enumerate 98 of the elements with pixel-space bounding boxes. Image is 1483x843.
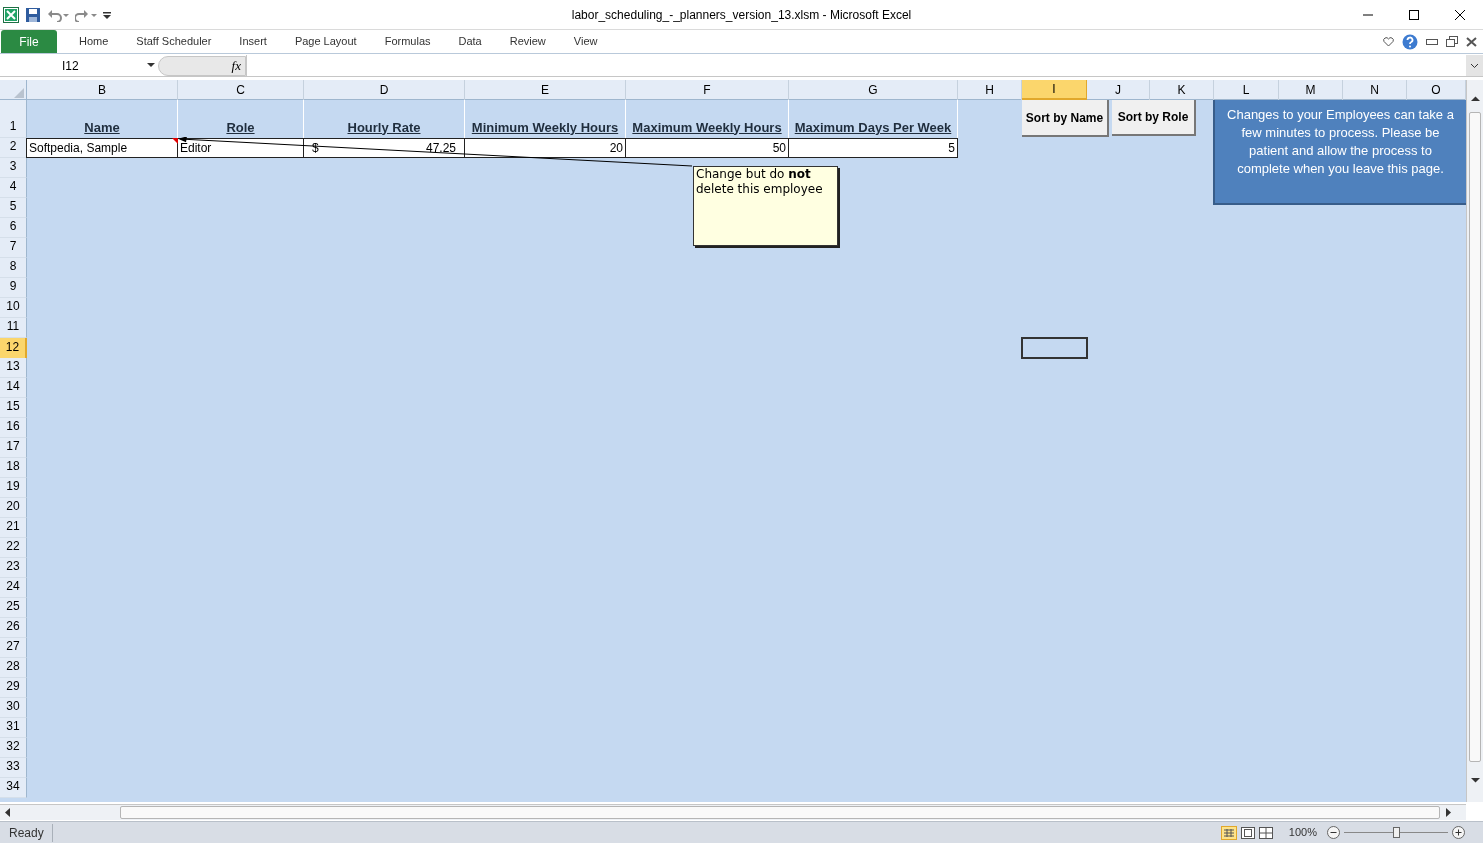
row-header[interactable]: 13 bbox=[0, 358, 27, 378]
zoom-slider[interactable] bbox=[1344, 826, 1448, 839]
table-cell[interactable]: Editor bbox=[177, 138, 304, 158]
page-break-view-icon[interactable] bbox=[1258, 826, 1273, 839]
minimize-workbook-icon[interactable] bbox=[1426, 38, 1438, 45]
heart-icon[interactable] bbox=[1383, 36, 1394, 47]
close-icon bbox=[1454, 8, 1466, 21]
column-title: Hourly Rate bbox=[347, 118, 421, 137]
zoom-in-icon[interactable] bbox=[1452, 826, 1465, 839]
column-header[interactable]: C bbox=[178, 80, 304, 100]
dropdown-caret-icon bbox=[147, 63, 155, 68]
row-header[interactable]: 25 bbox=[0, 598, 27, 618]
table-cell[interactable]: 20 bbox=[464, 138, 626, 158]
row-header[interactable]: 30 bbox=[0, 698, 27, 718]
sort-button[interactable]: Sort by Name bbox=[1022, 100, 1109, 137]
zoom-slider-thumb[interactable] bbox=[1392, 827, 1400, 838]
status-text: Ready bbox=[0, 823, 53, 842]
row-header[interactable]: 29 bbox=[0, 678, 27, 698]
zoom-level[interactable]: 100% bbox=[1288, 824, 1317, 841]
row-header[interactable]: 12 bbox=[0, 338, 27, 358]
save-icon[interactable] bbox=[25, 6, 41, 23]
table-cell[interactable]: 50 bbox=[625, 138, 789, 158]
ribbon-tab[interactable]: Staff Scheduler bbox=[122, 30, 226, 53]
column-title: Maximum Weekly Hours bbox=[632, 118, 782, 137]
row-header[interactable]: 20 bbox=[0, 498, 27, 518]
column-header[interactable]: E bbox=[465, 80, 626, 100]
help-icon[interactable] bbox=[1402, 33, 1418, 50]
comment-note[interactable]: Change but do not delete this employee bbox=[693, 166, 838, 246]
redo-icon[interactable] bbox=[75, 7, 97, 22]
insert-function-icon[interactable]: fx bbox=[231, 55, 241, 76]
ribbon-tab[interactable]: Page Layout bbox=[280, 30, 371, 53]
row-header[interactable]: 21 bbox=[0, 518, 27, 538]
zoom-out-icon[interactable] bbox=[1327, 826, 1340, 839]
scroll-left-icon[interactable] bbox=[5, 808, 10, 817]
row-header[interactable]: 10 bbox=[0, 298, 27, 318]
ribbon-tab[interactable]: Review bbox=[495, 30, 560, 53]
excel-icon[interactable] bbox=[3, 6, 19, 23]
scroll-up-icon[interactable] bbox=[1470, 96, 1480, 101]
row-header[interactable]: 9 bbox=[0, 278, 27, 298]
ribbon-tab[interactable]: View bbox=[559, 30, 612, 53]
corner-triangle-icon bbox=[14, 88, 24, 98]
row-header[interactable]: 32 bbox=[0, 738, 27, 758]
name-box[interactable]: I12 bbox=[0, 55, 158, 76]
row-header[interactable]: 17 bbox=[0, 438, 27, 458]
row-header[interactable]: 3 bbox=[0, 158, 27, 178]
scroll-right-icon[interactable] bbox=[1446, 808, 1451, 817]
ribbon-tab[interactable]: Insert bbox=[225, 30, 281, 53]
row-header[interactable]: 27 bbox=[0, 638, 27, 658]
row-header[interactable]: 1 bbox=[0, 100, 27, 138]
column-title: Minimum Weekly Hours bbox=[471, 118, 619, 137]
maximize-icon bbox=[1408, 8, 1420, 21]
column-header[interactable]: F bbox=[626, 80, 789, 100]
row-header[interactable]: 33 bbox=[0, 758, 27, 778]
row-header[interactable]: 7 bbox=[0, 238, 27, 258]
customize-toolbar-icon[interactable] bbox=[103, 9, 111, 20]
active-cell[interactable] bbox=[1021, 337, 1088, 359]
page-layout-view-icon[interactable] bbox=[1240, 826, 1255, 839]
row-header[interactable]: 16 bbox=[0, 418, 27, 438]
caret-icon bbox=[1470, 62, 1479, 69]
row-header[interactable]: 4 bbox=[0, 178, 27, 198]
row-header[interactable]: 26 bbox=[0, 618, 27, 638]
table-cell[interactable]: Softpedia, Sample bbox=[26, 138, 178, 158]
row-header[interactable]: 14 bbox=[0, 378, 27, 398]
ribbon-tab[interactable]: Formulas bbox=[370, 30, 445, 53]
row-header[interactable]: 31 bbox=[0, 718, 27, 738]
row-header[interactable]: 18 bbox=[0, 458, 27, 478]
normal-view-icon[interactable] bbox=[1220, 825, 1237, 840]
row-header[interactable]: 19 bbox=[0, 478, 27, 498]
row-header[interactable]: 22 bbox=[0, 538, 27, 558]
vertical-scrollbar[interactable] bbox=[1466, 80, 1483, 802]
row-header[interactable]: 34 bbox=[0, 778, 27, 798]
file-tab[interactable]: File bbox=[1, 30, 57, 53]
scroll-down-icon[interactable] bbox=[1470, 778, 1480, 783]
table-cell[interactable]: 5 bbox=[788, 138, 958, 158]
row-header[interactable]: 2 bbox=[0, 138, 27, 158]
window-title: labor_scheduling_-_planners_version_13.xlsm - Microsoft Excel bbox=[570, 6, 913, 24]
close-workbook-icon[interactable] bbox=[1466, 36, 1477, 47]
sort-button[interactable]: Sort by Role bbox=[1112, 100, 1196, 136]
row-header[interactable]: 8 bbox=[0, 258, 27, 278]
notice-box: Changes to your Employees can take a few minutes to process. Please be patient and allow the process to complete when you leave this page. bbox=[1213, 100, 1466, 205]
row-header[interactable]: 6 bbox=[0, 218, 27, 238]
column-header[interactable]: B bbox=[27, 80, 178, 100]
row-header[interactable]: 28 bbox=[0, 658, 27, 678]
row-header[interactable]: 24 bbox=[0, 578, 27, 598]
row-header[interactable]: 5 bbox=[0, 198, 27, 218]
row-header[interactable]: 11 bbox=[0, 318, 27, 338]
column-header[interactable]: I bbox=[1022, 80, 1087, 100]
ribbon-tab[interactable]: Home bbox=[65, 30, 123, 53]
column-header[interactable]: G bbox=[789, 80, 958, 100]
column-header[interactable]: D bbox=[304, 80, 465, 100]
ribbon-tab[interactable]: Data bbox=[444, 30, 496, 53]
column-title: Name bbox=[84, 118, 120, 137]
restore-workbook-icon[interactable] bbox=[1446, 36, 1458, 47]
row-header[interactable]: 23 bbox=[0, 558, 27, 578]
row-header[interactable]: 15 bbox=[0, 398, 27, 418]
column-title: Maximum Days Per Week bbox=[794, 118, 952, 137]
horizontal-scrollbar[interactable] bbox=[0, 804, 1466, 820]
column-title: Role bbox=[226, 118, 255, 137]
